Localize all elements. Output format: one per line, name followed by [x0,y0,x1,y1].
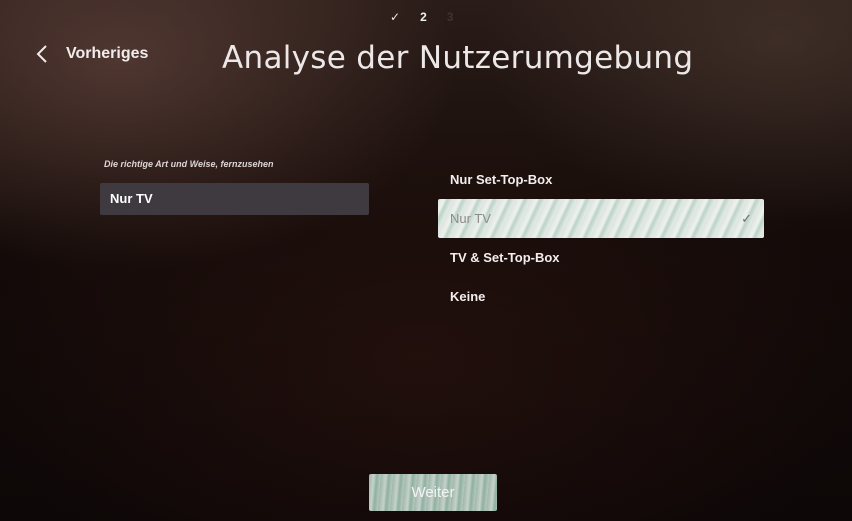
option-label: Nur TV [450,211,491,226]
chevron-left-icon [36,44,48,64]
option-tv-only[interactable]: Nur TV ✓ [438,199,764,238]
viewing-method-label: Die richtige Art und Weise, fernzusehen [104,159,274,169]
setup-screen: ✓ 2 3 Vorheriges Analyse der Nutzerumgeb… [0,0,852,521]
checkmark-icon: ✓ [741,211,752,226]
viewing-method-options: Nur Set-Top-Box Nur TV ✓ TV & Set-Top-Bo… [438,160,764,316]
step-1-complete: ✓ [390,10,401,24]
step-indicator: ✓ 2 3 [390,10,453,24]
option-label: Nur Set-Top-Box [450,172,553,187]
viewing-method-field[interactable]: Nur TV [100,183,369,215]
option-label: Keine [450,289,486,304]
step-3-upcoming: 3 [446,10,454,24]
page-title: Analyse der Nutzerumgebung [222,40,694,76]
option-tv-and-set-top-box[interactable]: TV & Set-Top-Box [438,238,764,277]
option-set-top-box-only[interactable]: Nur Set-Top-Box [438,160,764,199]
back-button[interactable]: Vorheriges [36,44,148,64]
option-label: TV & Set-Top-Box [450,250,560,265]
back-button-label: Vorheriges [66,45,149,62]
step-2-current: 2 [420,10,427,24]
next-button[interactable]: Weiter [369,474,497,511]
option-none[interactable]: Keine [438,277,764,316]
next-button-label: Weiter [411,484,455,501]
